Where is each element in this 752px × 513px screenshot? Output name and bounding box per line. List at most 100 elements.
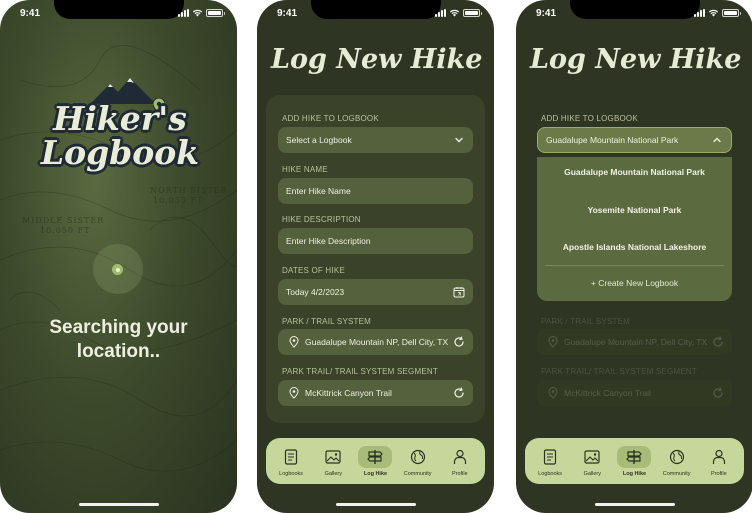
park-value: Guadalupe Mountain NP, Dell City, TX xyxy=(564,337,708,347)
signpost-icon xyxy=(367,449,384,464)
tab-bar: Logbooks Gallery Log Hike Community Prof… xyxy=(525,438,744,484)
tab-community[interactable]: Community xyxy=(658,446,696,477)
tab-logbooks[interactable]: Logbooks xyxy=(531,446,569,477)
dropdown-option[interactable]: Guadalupe Mountain National Park xyxy=(537,167,732,177)
tab-bar: Logbooks Gallery Log Hike Community Prof… xyxy=(266,438,485,484)
page-title: Log New Hike xyxy=(530,44,742,75)
tab-log-hike[interactable]: Log Hike xyxy=(615,445,653,477)
logbook-label: ADD HIKE TO LOGBOOK xyxy=(282,114,379,123)
location-pin-icon xyxy=(289,336,299,348)
app-logo: Hiker's Logbook xyxy=(40,78,200,190)
tab-label: Gallery xyxy=(583,470,601,477)
tab-label: Gallery xyxy=(324,470,342,477)
park-input[interactable]: Guadalupe Mountain NP, Dell City, TX xyxy=(278,329,473,355)
status-time: 9:41 xyxy=(20,8,41,19)
wifi-icon xyxy=(192,9,203,17)
chevron-down-icon xyxy=(455,137,463,143)
battery-icon xyxy=(463,9,482,17)
page-title: Log New Hike xyxy=(271,44,483,75)
tab-gallery[interactable]: Gallery xyxy=(573,446,611,477)
tab-label: Log Hike xyxy=(622,470,647,477)
gallery-icon xyxy=(325,449,341,464)
wifi-icon xyxy=(708,9,719,17)
tab-label: Profile xyxy=(711,470,727,477)
status-bar: 9:41 xyxy=(516,8,752,22)
park-input: Guadalupe Mountain NP, Dell City, TX xyxy=(537,329,732,355)
create-logbook-label: Create New Logbook xyxy=(598,278,679,288)
tab-label: Logbooks xyxy=(538,470,563,477)
home-indicator xyxy=(335,503,416,506)
status-bar: 9:41 xyxy=(257,8,494,22)
segment-value: McKittrick Canyon Trail xyxy=(305,388,392,398)
logbook-dropdown-menu: Guadalupe Mountain National Park Yosemit… xyxy=(537,157,732,301)
searching-line-1: Searching your xyxy=(49,317,188,338)
hike-name-input[interactable]: Enter Hike Name xyxy=(278,178,473,204)
logbook-icon xyxy=(284,448,298,465)
segment-input[interactable]: McKittrick Canyon Trail xyxy=(278,380,473,406)
globe-icon xyxy=(669,449,684,464)
gallery-icon xyxy=(584,449,600,464)
logbook-select-value: Guadalupe Mountain National Park xyxy=(546,135,679,145)
hike-description-label: HIKE DESCRIPTION xyxy=(282,215,361,224)
segment-label: PARK TRAIL/ TRAIL SYSTEM SEGMENT xyxy=(541,367,697,376)
refresh-icon[interactable] xyxy=(453,336,465,348)
tab-log-hike[interactable]: Log Hike xyxy=(356,445,394,477)
tab-logbooks[interactable]: Logbooks xyxy=(272,446,310,477)
globe-icon xyxy=(410,449,425,464)
status-time: 9:41 xyxy=(536,8,557,19)
dropdown-option[interactable]: Yosemite National Park xyxy=(537,205,732,215)
dropdown-option[interactable]: Apostle Islands National Lakeshore xyxy=(537,242,732,252)
park-label: PARK / TRAIL SYSTEM xyxy=(541,317,631,326)
hike-dates-value: Today 4/2/2023 xyxy=(286,287,345,297)
create-logbook-button[interactable]: + Create New Logbook xyxy=(537,278,732,288)
logbook-select-open[interactable]: Guadalupe Mountain National Park xyxy=(537,127,732,153)
tab-profile[interactable]: Profile xyxy=(700,446,738,477)
battery-icon xyxy=(206,9,225,17)
status-bar: 9:41 xyxy=(0,8,237,22)
calendar-icon xyxy=(453,287,465,298)
home-indicator xyxy=(594,503,675,506)
map-label-peak: MIDDLE SISTER xyxy=(22,216,105,225)
searching-line-2: location.. xyxy=(76,341,161,362)
tab-label: Profile xyxy=(452,470,468,477)
log-hike-dropdown-screen: 9:41 Log New Hike ADD HIKE TO LOGBOOK Gu… xyxy=(516,0,752,513)
refresh-icon xyxy=(713,387,723,398)
chevron-up-icon xyxy=(713,137,721,143)
tab-gallery[interactable]: Gallery xyxy=(314,446,352,477)
park-label: PARK / TRAIL SYSTEM xyxy=(282,317,372,326)
tab-label: Community xyxy=(403,470,432,477)
signal-icon xyxy=(694,9,705,17)
hike-name-placeholder: Enter Hike Name xyxy=(286,186,351,196)
logo-line-hikers: Hiker's xyxy=(53,99,187,138)
tab-label: Log Hike xyxy=(363,470,388,477)
hike-description-input[interactable]: Enter Hike Description xyxy=(278,228,473,254)
map-label-elevation: 10,050 FT xyxy=(40,226,91,235)
hike-dates-input[interactable]: Today 4/2/2023 xyxy=(278,279,473,305)
searching-message: Searching your location.. xyxy=(0,316,237,364)
signal-icon xyxy=(178,9,189,17)
splash-screen: 9:41 NORTH SISTER 10,053 FT MIDDLE SISTE… xyxy=(0,0,237,513)
log-hike-screen: 9:41 Log New Hike ADD HIKE TO LOGBOOK Se… xyxy=(257,0,494,513)
segment-input: McKittrick Canyon Trail xyxy=(537,380,732,406)
tab-label: Logbooks xyxy=(279,470,304,477)
refresh-icon[interactable] xyxy=(453,387,465,399)
battery-icon xyxy=(722,9,741,17)
signal-icon xyxy=(435,9,446,17)
signpost-icon xyxy=(626,449,643,464)
person-icon xyxy=(712,449,725,464)
logbook-select-value: Select a Logbook xyxy=(286,135,352,145)
person-icon xyxy=(453,449,466,464)
logo-line-logbook: Logbook xyxy=(40,133,200,172)
logbook-select[interactable]: Select a Logbook xyxy=(278,127,473,153)
segment-value: McKittrick Canyon Trail xyxy=(564,388,651,398)
refresh-icon xyxy=(713,336,723,347)
tab-community[interactable]: Community xyxy=(399,446,437,477)
home-indicator xyxy=(78,503,159,506)
segment-label: PARK TRAIL/ TRAIL SYSTEM SEGMENT xyxy=(282,367,438,376)
dropdown-divider xyxy=(545,265,724,266)
tab-profile[interactable]: Profile xyxy=(441,446,479,477)
status-time: 9:41 xyxy=(277,8,298,19)
park-value: Guadalupe Mountain NP, Dell City, TX xyxy=(305,337,449,347)
map-label-elevation: 10,053 FT xyxy=(153,196,204,205)
location-pin-icon xyxy=(548,387,558,399)
